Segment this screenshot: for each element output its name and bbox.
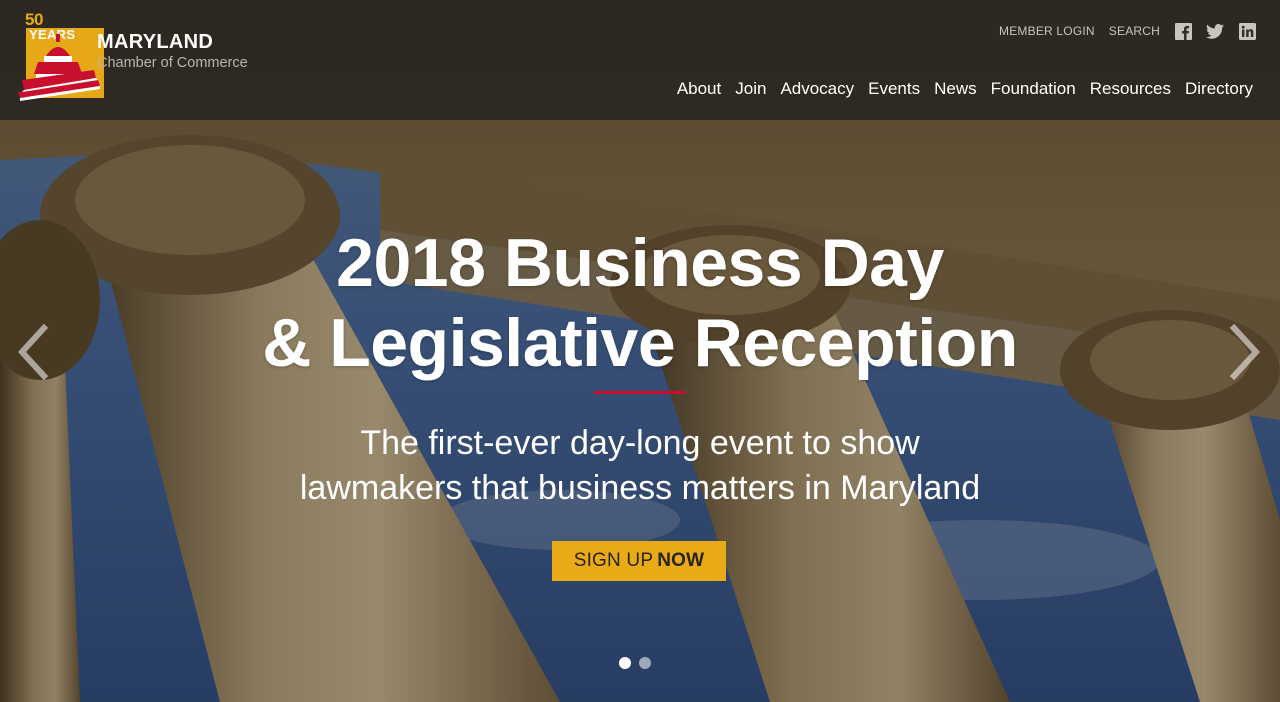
carousel-prev-button[interactable] (14, 322, 54, 382)
hero-headline-line2: & Legislative Reception (262, 305, 1018, 381)
logo-title: MARYLAND (97, 31, 214, 53)
nav-item-news[interactable]: News (934, 79, 977, 99)
hero-headline: 2018 Business Day & Legislative Receptio… (0, 223, 1280, 383)
nav-item-resources[interactable]: Resources (1090, 79, 1171, 99)
cta-label-light: SIGN UP (573, 550, 654, 571)
search-link[interactable]: SEARCH (1109, 24, 1160, 38)
site-header: 50 YEARS MARYLAND Chamber of Commerce ME… (0, 0, 1280, 120)
logo-subtitle: Chamber of Commerce (97, 55, 248, 71)
linkedin-icon[interactable] (1238, 22, 1256, 40)
state-house-dome-icon (18, 34, 100, 101)
hero-subheading: The first-ever day-long event to show la… (0, 421, 1280, 511)
chevron-right-icon (1229, 323, 1261, 381)
hero-subheading-line2: lawmakers that business matters in Maryl… (299, 469, 981, 507)
utility-nav: MEMBER LOGIN SEARCH (985, 22, 1256, 40)
carousel-dot-2[interactable] (639, 657, 651, 669)
sign-up-now-button[interactable]: SIGN UP NOW (552, 541, 726, 581)
nav-item-directory[interactable]: Directory (1185, 79, 1253, 99)
nav-item-advocacy[interactable]: Advocacy (780, 79, 854, 99)
nav-item-foundation[interactable]: Foundation (991, 79, 1076, 99)
hero-headline-line1: 2018 Business Day (336, 225, 944, 301)
nav-item-about[interactable]: About (677, 79, 721, 99)
nav-item-events[interactable]: Events (868, 79, 920, 99)
cta-label-bold: NOW (657, 550, 705, 571)
carousel-dot-1[interactable] (619, 657, 631, 669)
carousel-next-button[interactable] (1224, 322, 1264, 382)
headline-divider (594, 391, 686, 394)
chevron-left-icon (17, 323, 49, 381)
site-logo[interactable]: 50 YEARS MARYLAND Chamber of Commerce (16, 10, 266, 110)
twitter-icon[interactable] (1206, 22, 1224, 40)
facebook-icon[interactable] (1174, 22, 1192, 40)
hero-subheading-line1: The first-ever day-long event to show (360, 424, 920, 462)
nav-item-join[interactable]: Join (735, 79, 766, 99)
carousel-pagination (619, 657, 651, 669)
main-nav: About Join Advocacy Events News Foundati… (663, 79, 1253, 99)
member-login-link[interactable]: MEMBER LOGIN (999, 24, 1095, 38)
